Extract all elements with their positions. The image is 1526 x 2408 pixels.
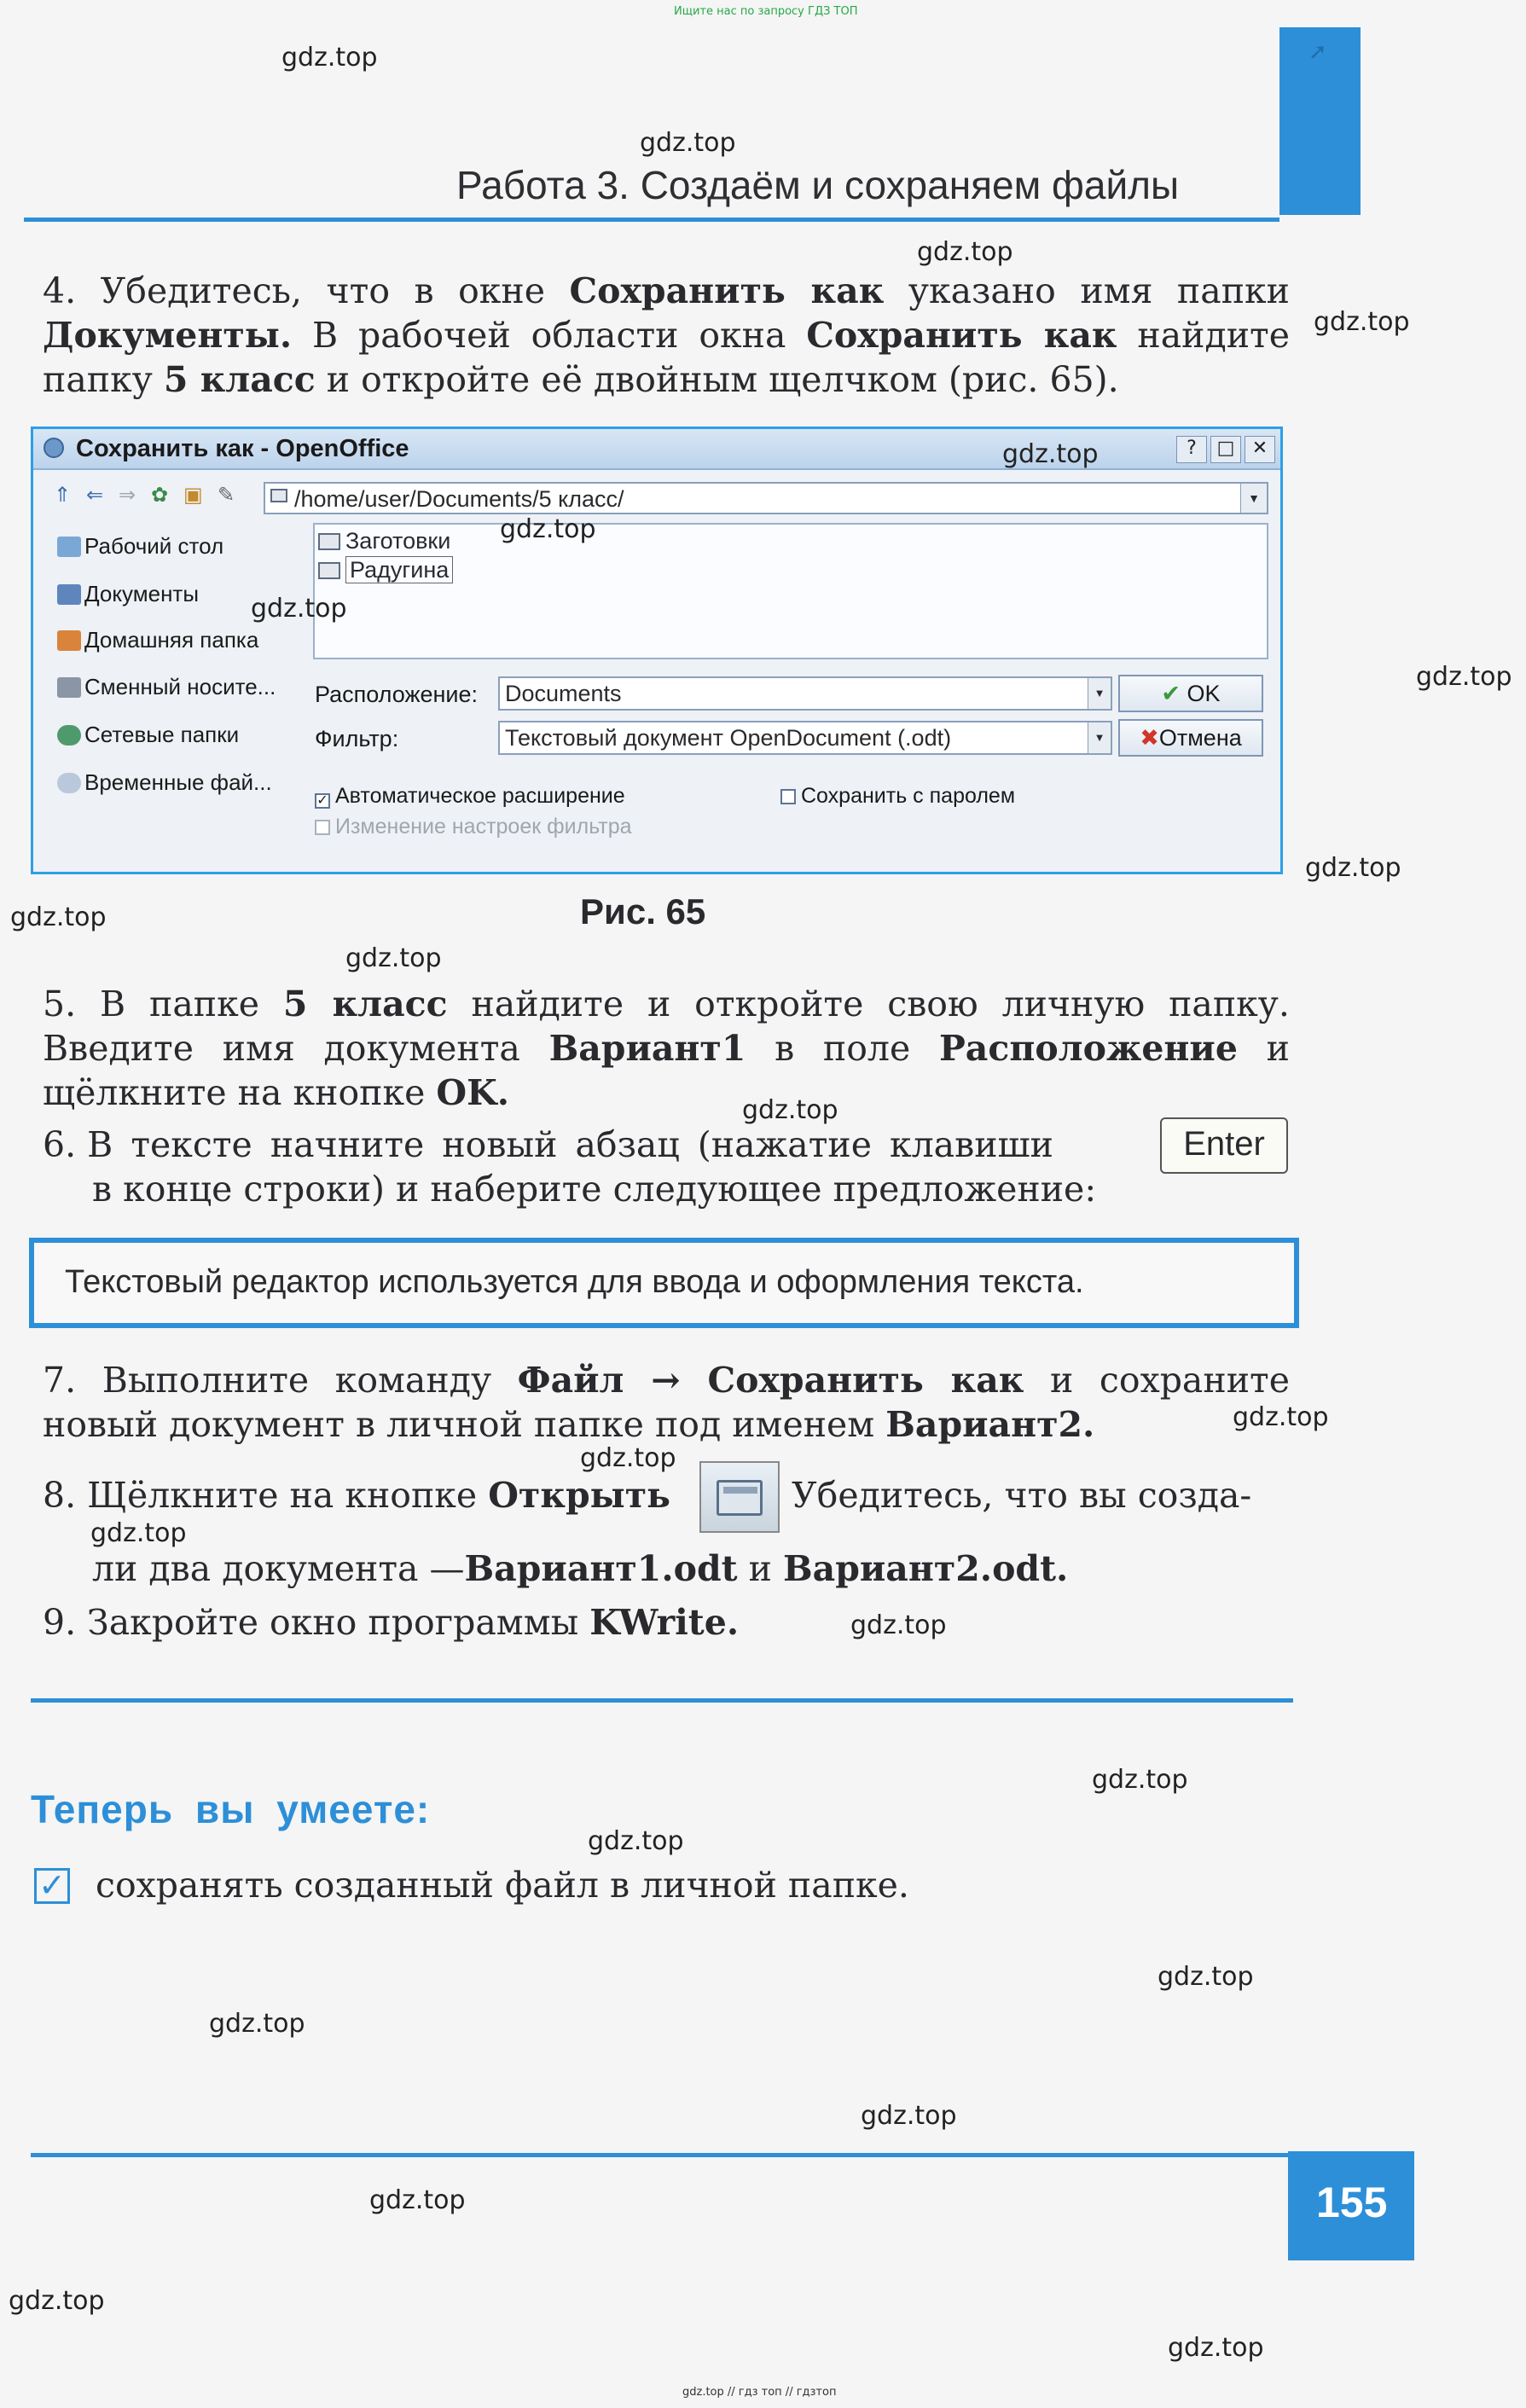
watermark: gdz.top [850, 1610, 947, 1640]
footer-divider [31, 2153, 1297, 2157]
top-note: Ищите нас по запросу ГДЗ ТОП [674, 5, 858, 18]
ok-button[interactable]: ✔ OK [1118, 675, 1263, 712]
file-item-zagotovki[interactable]: Заготовки [318, 528, 450, 554]
home-icon [57, 630, 81, 651]
step-4: 4. Убедитесь, что в окне Сохранить как у… [43, 270, 1290, 400]
watermark: gdz.top [345, 943, 442, 973]
watermark: gdz.top [580, 1443, 676, 1473]
auto-extension-checkbox[interactable]: ✓ Автоматическое расширение [315, 784, 625, 809]
watermark: gdz.top [251, 594, 347, 624]
path-value: /home/user/Documents/5 класс/ [294, 486, 624, 512]
step-9: 9. Закройте окно программы KWrite. [43, 1602, 740, 1643]
file-list[interactable]: Заготовки Радугина [313, 523, 1268, 659]
watermark: gdz.top [861, 2101, 957, 2131]
file-item-radugina[interactable]: Радугина [318, 556, 454, 583]
skill-item: сохранять созданный файл в личной папке. [96, 1865, 909, 1906]
removable-drive-icon [57, 677, 81, 698]
folder-icon [318, 533, 340, 550]
sidebar-item-network[interactable]: Сетевые папки [57, 722, 239, 748]
back-icon[interactable]: ⇐ [86, 483, 103, 507]
location-field[interactable]: Documents ▼ [498, 676, 1112, 711]
openoffice-icon [44, 438, 64, 458]
watermark: gdz.top [1416, 662, 1512, 692]
watermark: gdz.top [90, 1518, 187, 1548]
tab-arrow-icon: ➚ [1308, 39, 1327, 65]
dialog-title: Сохранить как - OpenOffice [76, 435, 409, 462]
location-label: Расположение: [315, 682, 479, 707]
watermark: gdz.top [1305, 853, 1401, 883]
desktop-icon [57, 537, 81, 557]
filter-settings-checkbox: Изменение настроек фильтра [315, 815, 632, 839]
figure-caption: Рис. 65 [580, 891, 706, 931]
watermark: gdz.top [1233, 1402, 1329, 1432]
documents-icon [57, 584, 81, 605]
checkbox-icon [780, 789, 796, 804]
save-as-dialog: Сохранить как - OpenOffice ? □ ✕ ⇑ ⇐ ⇒ ✿… [31, 426, 1283, 874]
watermark: gdz.top [1168, 2333, 1264, 2363]
summary-title: Теперь вы умеете: [31, 1787, 431, 1831]
refresh-icon[interactable]: ✿ [151, 483, 168, 507]
watermark: gdz.top [500, 514, 596, 544]
watermark: gdz.top [1092, 1765, 1188, 1795]
watermark: gdz.top [209, 2009, 305, 2039]
folder-icon [270, 489, 287, 502]
sidebar-item-home[interactable]: Домашняя папка [57, 627, 258, 653]
watermark: gdz.top [369, 2185, 466, 2215]
folder-icon [318, 562, 340, 579]
forward-icon[interactable]: ⇒ [119, 483, 136, 507]
maximize-button[interactable]: □ [1210, 436, 1241, 463]
watermark: gdz.top [917, 237, 1013, 267]
cancel-button[interactable]: ✖Отмена [1118, 719, 1263, 757]
sidebar-item-removable[interactable]: Сменный носите... [57, 674, 276, 700]
watermark: gdz.top [1158, 1962, 1254, 1992]
filter-label: Фильтр: [315, 726, 399, 751]
page-number: 155 [1316, 2179, 1388, 2226]
sidebar-item-temp[interactable]: Временные фай... [57, 769, 272, 796]
save-with-password-checkbox[interactable]: Сохранить с паролем [780, 784, 1015, 809]
checkmark-icon: ✔ [1161, 681, 1187, 706]
temp-folder-icon [57, 773, 81, 793]
bottom-note: gdz.top // гдз топ // гдзтоп [682, 2386, 837, 2399]
watermark: gdz.top [1314, 307, 1410, 337]
example-text: Текстовый редактор используется для ввод… [65, 1264, 1084, 1300]
sidebar-item-documents[interactable]: Документы [57, 581, 199, 607]
chevron-down-icon[interactable]: ▼ [1088, 678, 1111, 709]
watermark: gdz.top [281, 43, 378, 73]
step-5: 5. В папке 5 класс найдите и откройте св… [43, 984, 1290, 1113]
close-button[interactable]: ✕ [1245, 436, 1275, 463]
watermark: gdz.top [588, 1826, 684, 1856]
checkmark-icon: ✓ [34, 1868, 70, 1904]
sidebar-item-desktop[interactable]: Рабочий стол [57, 533, 223, 560]
section-divider [31, 1698, 1293, 1703]
tools-icon[interactable]: ✎ [218, 483, 235, 507]
step-8: 8. Щёлкните на кнопке Открыть. Убедитесь… [43, 1475, 1252, 1589]
up-icon[interactable]: ⇑ [54, 483, 71, 507]
cross-icon: ✖ [1140, 725, 1159, 751]
path-field[interactable]: /home/user/Documents/5 класс/ ▼ [264, 482, 1268, 514]
step-6: 6. В тексте начните новый абзац (нажатие… [43, 1124, 1097, 1210]
header-divider [24, 218, 1279, 222]
watermark: gdz.top [742, 1095, 838, 1125]
new-folder-icon[interactable]: ▣ [183, 483, 203, 507]
path-dropdown-icon[interactable]: ▼ [1240, 484, 1267, 513]
watermark: gdz.top [9, 2286, 105, 2316]
watermark: gdz.top [640, 128, 736, 158]
step-7: 7. Выполните команду Файл → Сохранить ка… [43, 1360, 1290, 1445]
page-title: Работа 3. Создаём и сохраняем файлы [456, 163, 1180, 207]
watermark: gdz.top [1002, 439, 1099, 469]
chevron-down-icon[interactable]: ▼ [1088, 722, 1111, 753]
watermark: gdz.top [10, 902, 107, 932]
checkbox-icon [315, 820, 330, 835]
network-icon [57, 725, 81, 746]
help-button[interactable]: ? [1176, 436, 1207, 463]
enter-key: Enter [1160, 1117, 1288, 1174]
checkbox-checked-icon: ✓ [315, 793, 330, 809]
open-folder-icon [699, 1461, 780, 1533]
filter-select[interactable]: Текстовый документ OpenDocument (.odt) ▼ [498, 721, 1112, 755]
